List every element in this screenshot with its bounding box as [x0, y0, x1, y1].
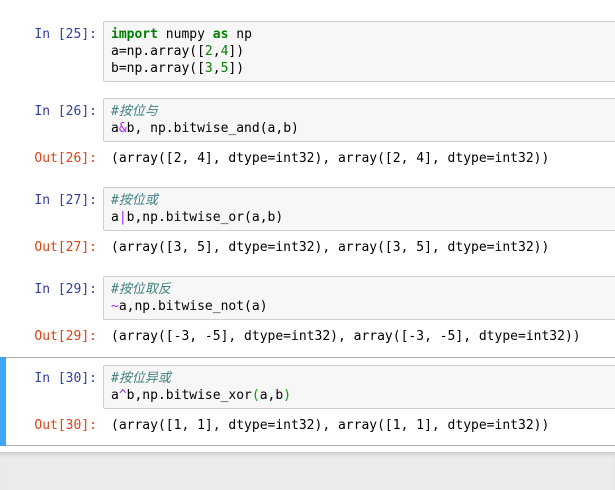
code-token: & — [118, 121, 127, 136]
code-token: a,np.bitwise_not(a) — [118, 299, 268, 314]
cell-input-area: In [27]: #按位或 a|b,np.bitwise_or(a,b) — [1, 187, 615, 231]
cell-input-area: In [29]: #按位取反 ~a,np.bitwise_not(a) — [1, 276, 615, 320]
code-token: #按位异或 — [111, 371, 171, 386]
code-token: ~ — [111, 299, 119, 314]
code-token: import — [111, 27, 158, 42]
selected-cell-indicator — [0, 357, 6, 446]
page-bottom-background — [0, 452, 615, 490]
code-token: np — [228, 27, 252, 42]
code-line: #按位取反 — [111, 281, 615, 298]
code-token: #按位与 — [111, 104, 158, 119]
code-line: a=np.array([2,4]) — [111, 43, 615, 60]
code-line: import numpy as np — [111, 26, 615, 43]
code-token: b,np.bitwise_or(a,b) — [126, 210, 284, 225]
output-prompt: Out[27]: — [34, 240, 97, 255]
input-prompt: In [25]: — [34, 27, 97, 42]
code-token: a — [111, 121, 119, 136]
code-cell[interactable]: In [29]: #按位取反 ~a,np.bitwise_not(a) Out[29]… — [0, 268, 615, 357]
code-token: ) — [283, 388, 292, 403]
code-token: numpy — [157, 27, 213, 42]
code-token: a — [111, 388, 119, 403]
output-text: (array([2, 4], dtype=int32), array([2, 4… — [111, 151, 550, 166]
output-prompt: Out[30]: — [34, 418, 97, 433]
code-token: 3 — [204, 61, 213, 76]
cell-output-area: Out[26]: (array([2, 4], dtype=int32), arr… — [1, 145, 615, 171]
cell-output-area: Out[30]: (array([1, 1], dtype=int32), arr… — [1, 412, 615, 438]
input-prompt: In [30]: — [34, 371, 97, 386]
code-token: , — [212, 44, 221, 59]
code-token: ]) — [228, 61, 245, 76]
code-token: | — [118, 210, 127, 225]
code-line: a&b, np.bitwise_and(a,b) — [111, 120, 615, 137]
cell-output-area: Out[27]: (array([3, 5], dtype=int32), arr… — [1, 234, 615, 260]
code-line: #按位或 — [111, 192, 615, 209]
code-editor[interactable]: #按位异或 a^b,np.bitwise_xor(a,b) — [103, 365, 615, 409]
cell-input-area: In [30]: #按位异或 a^b,np.bitwise_xor(a,b) — [1, 365, 615, 409]
output-text: (array([3, 5], dtype=int32), array([3, 5… — [111, 240, 550, 255]
code-cell[interactable]: In [26]: #按位与 a&b, np.bitwise_and(a,b) Out[… — [0, 90, 615, 179]
cell-input-area: In [25]: import numpy as np a=np.array([2,… — [1, 21, 615, 82]
code-editor[interactable]: #按位取反 ~a,np.bitwise_not(a) — [103, 276, 615, 320]
code-token: b, np.bitwise_and(a,b) — [126, 121, 299, 136]
input-prompt: In [29]: — [34, 282, 97, 297]
cell-input-area: In [26]: #按位与 a&b, np.bitwise_and(a,b) — [1, 98, 615, 142]
output-prompt: Out[29]: — [34, 329, 97, 344]
output-prompt: Out[26]: — [34, 151, 97, 166]
code-token: ]) — [228, 44, 245, 59]
code-token: b=np.array([ — [111, 61, 205, 76]
output-text: (array([1, 1], dtype=int32), array([1, 1… — [111, 418, 550, 433]
code-cell[interactable]: In [27]: #按位或 a|b,np.bitwise_or(a,b) Out[27… — [0, 179, 615, 268]
code-token: as — [212, 27, 229, 42]
code-line: a^b,np.bitwise_xor(a,b) — [111, 387, 615, 404]
code-token: 2 — [204, 44, 213, 59]
code-editor[interactable]: #按位与 a&b, np.bitwise_and(a,b) — [103, 98, 615, 142]
code-line: b=np.array([3,5]) — [111, 60, 615, 77]
code-token: a=np.array([ — [111, 44, 205, 59]
cell-output-area: Out[29]: (array([-3, -5], dtype=int32), a… — [1, 323, 615, 349]
code-token: , — [212, 61, 221, 76]
code-token: a,b — [259, 388, 284, 403]
code-line: #按位异或 — [111, 370, 615, 387]
code-editor[interactable]: #按位或 a|b,np.bitwise_or(a,b) — [103, 187, 615, 231]
code-token: #按位取反 — [111, 282, 171, 297]
code-token: a — [111, 210, 119, 225]
output-text: (array([-3, -5], dtype=int32), array([-3… — [111, 329, 581, 344]
code-line: a|b,np.bitwise_or(a,b) — [111, 209, 615, 226]
code-token: b,np.bitwise_xor — [126, 388, 252, 403]
code-token: #按位或 — [111, 193, 158, 208]
notebook-page: In [25]: import numpy as np a=np.array([2,… — [0, 0, 615, 490]
notebook-cell-list: In [25]: import numpy as np a=np.array([2,… — [0, 0, 615, 446]
code-token: ( — [251, 388, 260, 403]
code-token: ^ — [118, 388, 127, 403]
code-line: ~a,np.bitwise_not(a) — [111, 298, 615, 315]
input-prompt: In [27]: — [34, 193, 97, 208]
code-cell[interactable]: In [25]: import numpy as np a=np.array([2,… — [0, 13, 615, 90]
code-line: #按位与 — [111, 103, 615, 120]
input-prompt: In [26]: — [34, 104, 97, 119]
code-cell[interactable]: In [30]: #按位异或 a^b,np.bitwise_xor(a,b) Out[… — [0, 357, 615, 446]
code-editor[interactable]: import numpy as np a=np.array([2,4]) b=np.… — [103, 21, 615, 82]
